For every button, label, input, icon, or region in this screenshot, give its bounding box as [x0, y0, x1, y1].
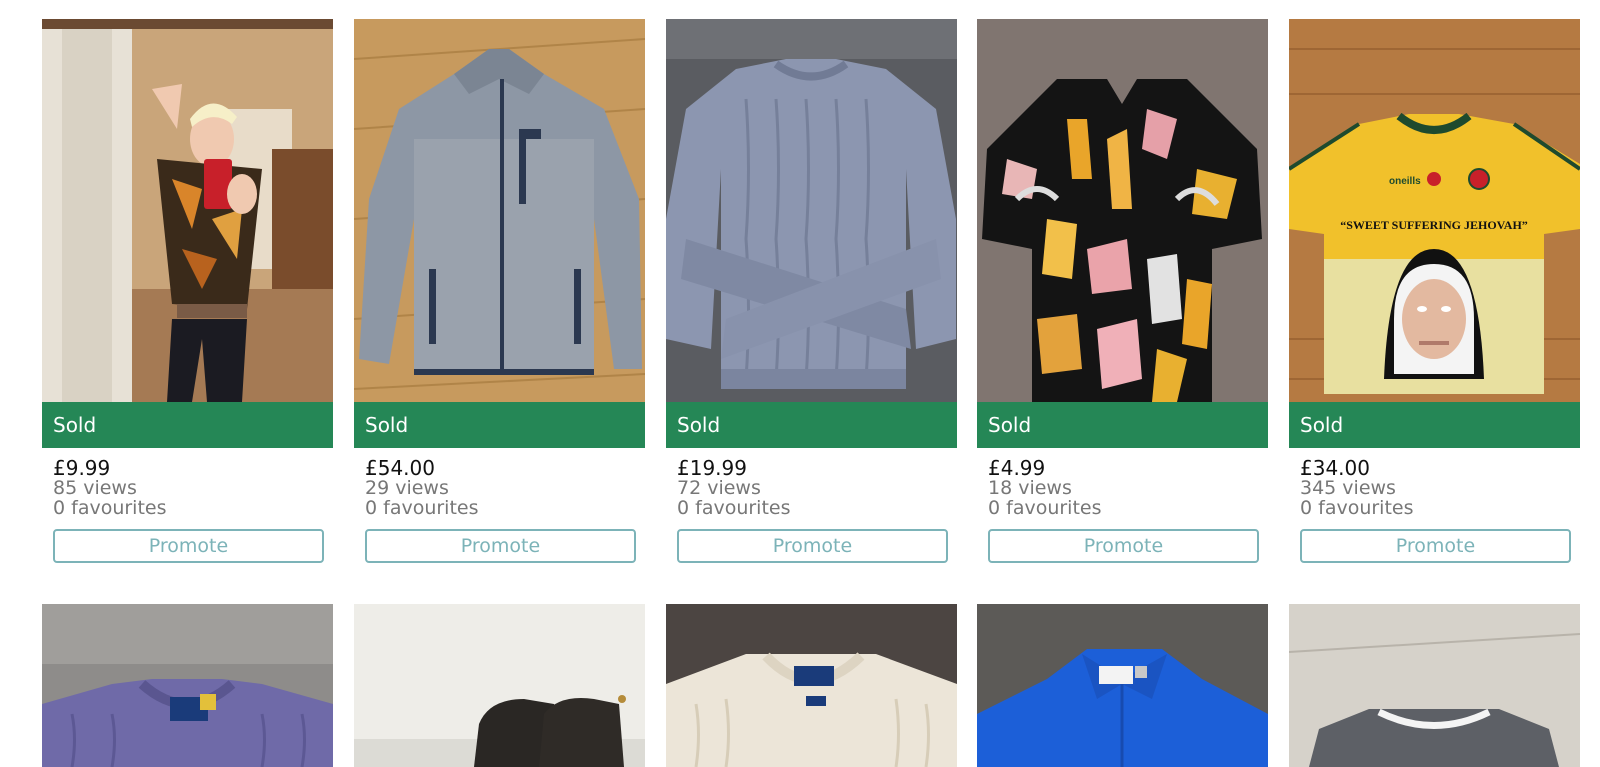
listing-views: 18 views [988, 477, 1072, 499]
sold-banner: Sold [42, 402, 333, 448]
listing-favourites: 0 favourites [1300, 497, 1414, 519]
promote-button[interactable]: Promote [365, 529, 636, 563]
listing-views: 345 views [1300, 477, 1396, 499]
listing-card[interactable] [666, 604, 957, 767]
promote-button[interactable]: Promote [1300, 529, 1571, 563]
listing-photo[interactable] [354, 604, 645, 767]
listing-card[interactable] [354, 604, 645, 767]
listing-price: £19.99 [677, 456, 747, 480]
listing-price: £54.00 [365, 456, 435, 480]
listing-price: £4.99 [988, 456, 1046, 480]
listing-card[interactable]: Sold £19.99 72 views 0 favourites Promot… [666, 19, 957, 564]
listing-card[interactable] [1289, 604, 1580, 767]
listing-photo[interactable] [42, 19, 333, 402]
listing-price: £34.00 [1300, 456, 1370, 480]
listing-photo[interactable] [977, 604, 1268, 767]
promote-button[interactable]: Promote [677, 529, 948, 563]
listing-price: £9.99 [53, 456, 111, 480]
listing-favourites: 0 favourites [365, 497, 479, 519]
listing-favourites: 0 favourites [53, 497, 167, 519]
promote-button[interactable]: Promote [988, 529, 1259, 563]
listing-card[interactable] [977, 604, 1268, 767]
sold-banner: Sold [977, 402, 1268, 448]
listing-favourites: 0 favourites [677, 497, 791, 519]
listing-card[interactable] [42, 604, 333, 767]
sold-banner: Sold [354, 402, 645, 448]
listing-photo[interactable] [666, 604, 957, 767]
sold-banner: Sold [666, 402, 957, 448]
listing-card[interactable]: Sold £54.00 29 views 0 favourites Promot… [354, 19, 645, 564]
listing-photo[interactable] [354, 19, 645, 402]
listing-views: 85 views [53, 477, 137, 499]
listing-photo[interactable] [666, 19, 957, 402]
listing-photo[interactable]: oneills “SWEET SUFFERING JEHOVAH” [1289, 19, 1580, 402]
jersey-brand-text: oneills [1389, 176, 1421, 187]
listing-card[interactable]: oneills “SWEET SUFFERING JEHOVAH” Sold £… [1289, 19, 1580, 564]
listing-photo[interactable] [977, 19, 1268, 402]
promote-button[interactable]: Promote [53, 529, 324, 563]
listing-views: 72 views [677, 477, 761, 499]
jersey-slogan-text: “SWEET SUFFERING JEHOVAH” [1340, 218, 1528, 232]
listing-favourites: 0 favourites [988, 497, 1102, 519]
listing-views: 29 views [365, 477, 449, 499]
listing-photo[interactable] [1289, 604, 1580, 767]
sold-banner: Sold [1289, 402, 1580, 448]
listing-card[interactable]: Sold £9.99 85 views 0 favourites Promote [42, 19, 333, 564]
listing-photo[interactable] [42, 604, 333, 767]
listing-card[interactable]: Sold £4.99 18 views 0 favourites Promote [977, 19, 1268, 564]
